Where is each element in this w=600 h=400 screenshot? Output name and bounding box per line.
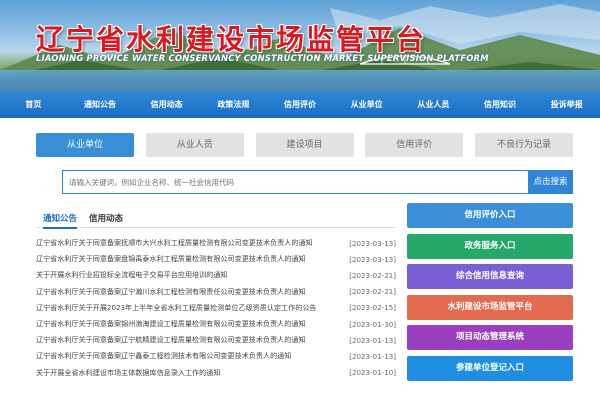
news-date: [2023-01-13] (349, 335, 396, 345)
news-title[interactable]: 辽宁省水利厅关于开展2023年上半年全省水利工程质量检测单位乙级资质认定工作的公… (36, 303, 346, 313)
news-title[interactable]: 辽宁省水利厅关于同意备案辽宁瀚川水利工程检测有限责任公司变更技术负责人的通知 (36, 287, 346, 297)
project-management-system-button[interactable]: 项目动态管理系统 (407, 325, 573, 350)
water-strip (0, 70, 600, 92)
nav-personnel[interactable]: 从业人员 (400, 92, 467, 118)
nav-credit-evaluation[interactable]: 信用评价 (267, 92, 334, 118)
main-nav: 首页 通知公告 信用动态 政策法规 信用评价 从业单位 从业人员 信用知识 投诉… (0, 92, 600, 118)
search-input[interactable] (62, 170, 528, 194)
nav-complaints[interactable]: 投诉举报 (533, 92, 600, 118)
participant-registration-button[interactable]: 参建单位登记入口 (407, 355, 573, 381)
news-title[interactable]: 关于开展水利行业招投标全流程电子交易平台应用培训的通知 (36, 270, 346, 280)
list-item[interactable]: 辽宁省水利厅关于同意备案锦州渤海建设工程质量检测有限公司变更技术负责人的通知 [2… (36, 316, 396, 332)
nav-companies[interactable]: 从业单位 (333, 92, 400, 118)
nav-notices[interactable]: 通知公告 (67, 92, 134, 118)
news-date: [2023-01-30] (349, 319, 396, 329)
search-button[interactable]: 点击搜索 (528, 170, 573, 194)
tab-personnel[interactable]: 从业人员 (145, 133, 244, 157)
list-item[interactable]: 辽宁省水利厅关于开展2023年上半年全省水利工程质量检测单位乙级资质认定工作的公… (36, 300, 396, 316)
list-item[interactable]: 关于开展水利行业招投标全流程电子交易平台应用培训的通知 [2023-02-21] (36, 267, 396, 283)
news-title[interactable]: 辽宁省水利厅关于同意备案辽宁鑫泰工程检测技术有限公司变更技术负责人的通知 (36, 351, 346, 361)
news-date: [2023-03-13] (349, 254, 396, 264)
news-date: [2023-01-10] (349, 368, 396, 378)
government-service-entry-button[interactable]: 政务服务入口 (407, 233, 573, 259)
list-item[interactable]: 辽宁省水利厅关于同意备案辽宁鑫泰工程检测技术有限公司变更技术负责人的通知 [202… (36, 348, 396, 364)
news-date: [2023-03-13] (349, 238, 396, 248)
news-date: [2023-02-21] (349, 270, 396, 280)
credit-evaluation-entry-button[interactable]: 信用评价入口 (407, 203, 573, 228)
market-supervision-platform-button[interactable]: 水利建设市场监管平台 (407, 294, 573, 320)
search-category-tabs: 从业单位 从业人员 建设项目 信用评价 不良行为记录 (36, 133, 573, 157)
tab-projects[interactable]: 建设项目 (255, 133, 354, 157)
news-title[interactable]: 关于开展全省水利建设市场主体数据库信息录入工作的通知 (36, 368, 346, 378)
news-date: [2023-02-21] (349, 287, 396, 297)
credit-info-query-button[interactable]: 综合信用信息查询 (407, 264, 573, 289)
list-item[interactable]: 辽宁省水利厅关于同意备案盘锦禹泰水利工程质量检测有限公司变更技术负责人的通知 [2… (36, 251, 396, 267)
tab-bad-records[interactable]: 不良行为记录 (475, 133, 573, 157)
news-tab-credit-news[interactable]: 信用动态 (89, 212, 123, 224)
list-item[interactable]: 辽宁省水利厅关于同意备案辽宁航精建设工程质量检测有限公司变更技术负责人的通知 [2… (36, 332, 396, 348)
news-date: [2023-02-15] (349, 303, 396, 313)
nav-policies[interactable]: 政策法规 (200, 92, 267, 118)
news-title[interactable]: 辽宁省水利厅关于同意备案抚顺市大兴水利工程质量检测有限公司变更技术负责人的通知 (36, 238, 346, 248)
nav-credit-news[interactable]: 信用动态 (133, 92, 200, 118)
news-date: [2023-01-13] (349, 351, 396, 361)
news-title[interactable]: 辽宁省水利厅关于同意备案锦州渤海建设工程质量检测有限公司变更技术负责人的通知 (36, 319, 346, 329)
list-item[interactable]: 辽宁省水利厅关于同意备案抚顺市大兴水利工程质量检测有限公司变更技术负责人的通知[… (36, 235, 396, 251)
news-list: 辽宁省水利厅关于同意备案抚顺市大兴水利工程质量检测有限公司变更技术负责人的通知[… (36, 235, 396, 381)
news-title[interactable]: 辽宁省水利厅关于同意备案辽宁航精建设工程质量检测有限公司变更技术负责人的通知 (36, 335, 346, 345)
header-banner: 辽宁省水利建设市场监管平台 LIAONING PROVICE WATER CON… (0, 0, 600, 92)
quick-entry-panel: 信用评价入口 政务服务入口 综合信用信息查询 水利建设市场监管平台 项目动态管理… (407, 203, 573, 386)
tab-companies[interactable]: 从业单位 (36, 133, 134, 157)
list-item[interactable]: 辽宁省水利厅关于同意备案辽宁瀚川水利工程检测有限责任公司变更技术负责人的通知 [2… (36, 284, 396, 300)
tab-credit-evaluation[interactable]: 信用评价 (365, 133, 464, 157)
news-tab-notices[interactable]: 通知公告 (43, 212, 78, 229)
site-title: 辽宁省水利建设市场监管平台 (36, 23, 427, 56)
site-subtitle: LIAONING PROVICE WATER CONSERVANCY CONST… (36, 53, 489, 63)
list-item[interactable]: 关于开展全省水利建设市场主体数据库信息录入工作的通知 [2023-01-10] (36, 365, 396, 381)
search-bar: 点击搜索 (62, 170, 573, 194)
news-tabs: 通知公告 信用动态 (36, 210, 396, 229)
nav-credit-knowledge[interactable]: 信用知识 (467, 92, 534, 118)
news-title[interactable]: 辽宁省水利厅关于同意备案盘锦禹泰水利工程质量检测有限公司变更技术负责人的通知 (36, 254, 346, 264)
nav-home[interactable]: 首页 (0, 92, 67, 118)
